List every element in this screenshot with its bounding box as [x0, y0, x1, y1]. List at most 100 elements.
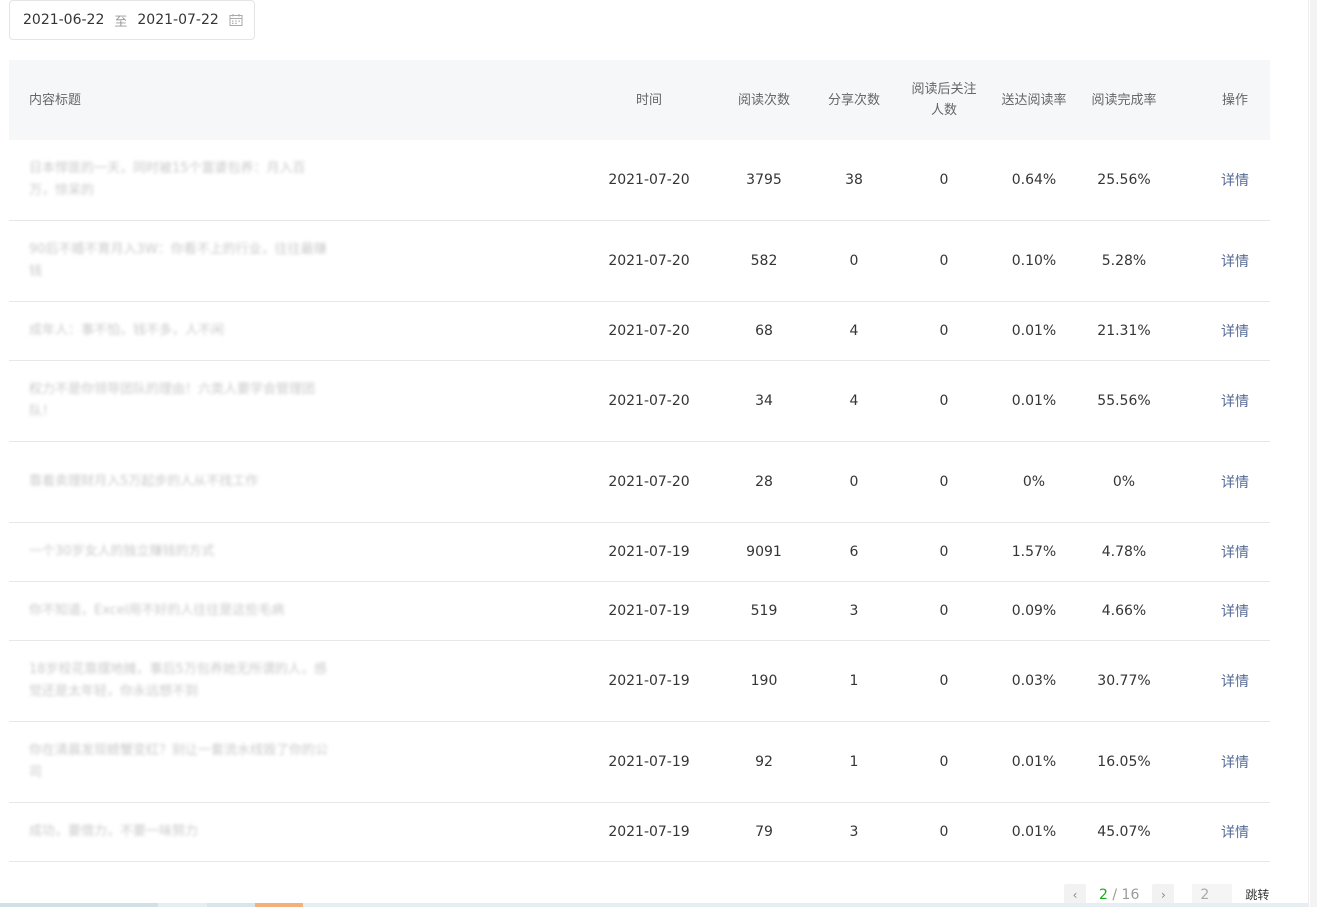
table-header: 内容标题 时间 阅读次数 分享次数 阅读后关注 人数 送达阅读率 阅读完成率 操…	[9, 60, 1270, 140]
row-detail-link[interactable]: 详情	[1185, 442, 1285, 522]
scrollbar-thumb[interactable]	[255, 903, 303, 907]
row-time: 2021-07-20	[608, 253, 690, 269]
row-detail-link[interactable]: 详情	[1185, 523, 1285, 581]
current-page: 2	[1099, 886, 1108, 903]
table-body: 日本悍匪的一天，同时被15个富婆包养：月入百万，惊呆的 2021-07-20 379…	[9, 140, 1270, 862]
row-reads: 28	[755, 474, 773, 490]
row-shares: 3	[849, 603, 859, 619]
row-deliver-rate: 0%	[1022, 474, 1046, 490]
row-shares: 4	[849, 323, 859, 339]
table-row: 你在清晨发现螃蟹变红？别让一套流水线毁了你的公司 2021-07-19 92 1 0 0.…	[9, 722, 1270, 803]
vertical-scrollbar[interactable]	[1310, 0, 1317, 907]
table-row: 你不知道，Excel用不好的人往往是这些毛病 2021-07-19 519 3 0 0.0…	[9, 582, 1270, 641]
date-separator: 至	[114, 14, 128, 30]
row-follow: 0	[939, 824, 949, 840]
date-start: 2021-06-22	[23, 12, 105, 28]
row-follow: 0	[939, 754, 949, 770]
row-title: 你不知道，Excel用不好的人往往是这些毛病	[29, 603, 285, 618]
row-time: 2021-07-19	[608, 824, 690, 840]
content-edge	[1308, 0, 1309, 907]
header-follow: 阅读后关注 人数	[904, 60, 984, 140]
row-complete-rate: 55.56%	[1097, 393, 1151, 409]
row-title: 靠着卖理财月入5万起步的人从不找工作	[29, 474, 259, 489]
chevron-right-icon: ›	[1160, 887, 1166, 902]
row-detail-link[interactable]: 详情	[1185, 582, 1285, 640]
row-deliver-rate: 0.10%	[1011, 253, 1057, 269]
row-reads: 519	[750, 603, 778, 619]
jump-button[interactable]: 跳转	[1245, 886, 1269, 903]
row-detail-link[interactable]: 详情	[1185, 140, 1285, 220]
row-shares: 1	[849, 673, 859, 689]
row-time: 2021-07-20	[608, 393, 690, 409]
row-detail-link[interactable]: 详情	[1185, 302, 1285, 360]
row-deliver-rate: 0.09%	[1011, 603, 1057, 619]
row-complete-rate: 21.31%	[1097, 323, 1151, 339]
date-end: 2021-07-22	[137, 12, 219, 28]
row-deliver-rate: 0.01%	[1011, 754, 1057, 770]
date-range-picker[interactable]: 2021-06-22 至 2021-07-22	[9, 0, 255, 40]
row-detail-link[interactable]: 详情	[1185, 803, 1285, 861]
row-title: 你在清晨发现螃蟹变红？别让一套流水线毁了你的公司	[29, 743, 329, 780]
row-reads: 68	[755, 323, 773, 339]
row-follow: 0	[939, 323, 949, 339]
row-time: 2021-07-19	[608, 603, 690, 619]
table-row: 靠着卖理财月入5万起步的人从不找工作 2021-07-20 28 0 0 0% 0% 详情	[9, 442, 1270, 523]
header-reads: 阅读次数	[737, 92, 790, 108]
chevron-left-icon: ‹	[1072, 887, 1078, 902]
row-complete-rate: 30.77%	[1097, 673, 1151, 689]
table-row: 日本悍匪的一天，同时被15个富婆包养：月入百万，惊呆的 2021-07-20 379…	[9, 140, 1270, 221]
header-deliver-rate: 送达阅读率	[1001, 92, 1067, 108]
scrollbar-segment	[207, 903, 255, 907]
row-reads: 34	[755, 393, 773, 409]
row-reads: 9091	[746, 544, 782, 560]
row-complete-rate: 4.66%	[1101, 603, 1147, 619]
table-row: 成年人：事不怕，钱不多，人不闲 2021-07-20 68 4 0 0.01% 21.31%…	[9, 302, 1270, 361]
row-shares: 0	[849, 253, 859, 269]
header-follow-line1: 阅读后关注	[911, 82, 977, 97]
row-time: 2021-07-19	[608, 544, 690, 560]
row-time: 2021-07-20	[608, 172, 690, 188]
row-detail-link[interactable]: 详情	[1185, 221, 1285, 301]
row-reads: 92	[755, 754, 773, 770]
row-shares: 3	[849, 824, 859, 840]
row-complete-rate: 0%	[1112, 474, 1136, 490]
row-detail-link[interactable]: 详情	[1185, 641, 1285, 721]
calendar-icon[interactable]	[229, 13, 243, 27]
row-shares: 4	[849, 393, 859, 409]
row-shares: 6	[849, 544, 859, 560]
app-root: 2021-06-22 至 2021-07-22 内容标题 时间 阅读次数 分享次…	[0, 0, 1317, 907]
row-detail-link[interactable]: 详情	[1185, 361, 1285, 441]
row-follow: 0	[939, 673, 949, 689]
table-row: 一个30岁女人的独立赚钱的方式 2021-07-19 9091 6 0 1.57% 4.78…	[9, 523, 1270, 582]
row-follow: 0	[939, 603, 949, 619]
row-reads: 190	[750, 673, 778, 689]
row-complete-rate: 4.78%	[1101, 544, 1147, 560]
table-row: 90后不婚不育月入3W：你看不上的行业，往往最赚钱 2021-07-20 582 0 0…	[9, 221, 1270, 302]
scrollbar-segment	[0, 903, 158, 907]
header-shares: 分享次数	[827, 92, 880, 108]
row-time: 2021-07-19	[608, 673, 690, 689]
row-complete-rate: 5.28%	[1101, 253, 1147, 269]
row-reads: 582	[750, 253, 778, 269]
row-shares: 0	[849, 474, 859, 490]
header-action: 操作	[1221, 92, 1248, 108]
table-row: 18岁校花靠摆地摊，事后5万包养她无所谓的人，感觉还是太年轻，你永远想不到 202…	[9, 641, 1270, 722]
row-detail-link[interactable]: 详情	[1185, 722, 1285, 802]
header-time: 时间	[635, 92, 662, 108]
page-indicator: 2 / 16	[1099, 887, 1139, 903]
row-deliver-rate: 0.64%	[1011, 172, 1057, 188]
header-follow-line2: 人数	[930, 103, 957, 118]
row-deliver-rate: 0.01%	[1011, 323, 1057, 339]
row-title: 权力不是你领导团队的理由！六类人要学会管理团队！	[29, 382, 316, 419]
total-pages: 16	[1121, 886, 1140, 903]
page-separator: /	[1107, 886, 1122, 903]
row-deliver-rate: 0.03%	[1011, 673, 1057, 689]
row-title: 成年人：事不怕，钱不多，人不闲	[29, 323, 225, 338]
row-time: 2021-07-20	[608, 474, 690, 490]
row-shares: 1	[849, 754, 859, 770]
header-title: 内容标题	[29, 92, 82, 108]
row-title: 18岁校花靠摆地摊，事后5万包养她无所谓的人，感觉还是太年轻，你永远想不到	[29, 662, 327, 699]
header-complete-rate: 阅读完成率	[1091, 92, 1157, 108]
row-title: 一个30岁女人的独立赚钱的方式	[29, 544, 215, 559]
horizontal-scrollbar[interactable]	[0, 903, 1308, 907]
